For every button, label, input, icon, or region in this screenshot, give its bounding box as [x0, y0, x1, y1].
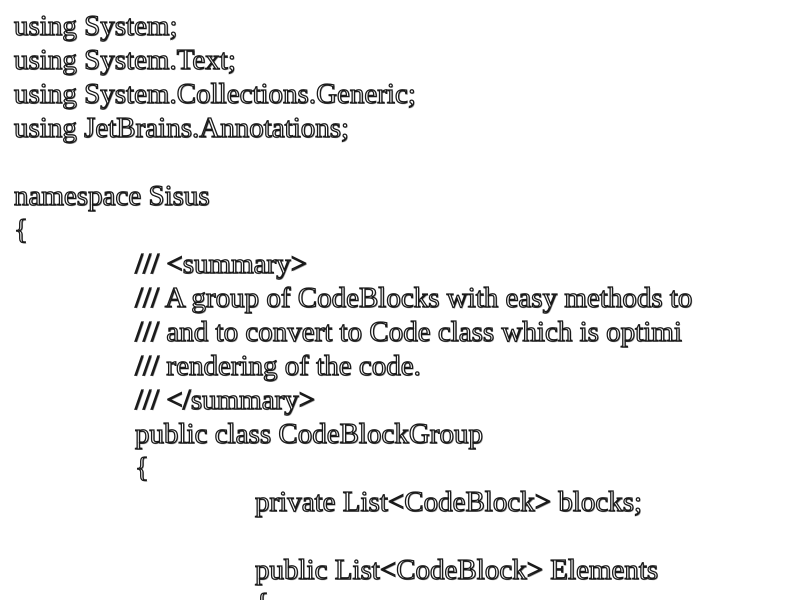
code-line-using-jetbrains: using JetBrains.Annotations; [13, 111, 350, 144]
code-line-summary-close: /// </summary> [134, 383, 316, 416]
code-line-using-system-text: using System.Text; [13, 43, 236, 76]
code-line-namespace: namespace Sisus [13, 179, 210, 212]
code-line-summary-text-3: /// rendering of the code. [134, 349, 421, 382]
code-line-property-open-brace: { [254, 587, 269, 600]
code-line-class-open-brace: { [134, 451, 149, 484]
code-line-summary-text-1: /// A group of CodeBlocks with easy meth… [134, 281, 693, 314]
code-line-using-system-collections: using System.Collections.Generic; [13, 77, 416, 110]
code-view: using System; using System.Text; using S… [0, 0, 800, 600]
code-line-summary-open: /// <summary> [134, 247, 308, 280]
code-line-blocks-field: private List<CodeBlock> blocks; [254, 485, 643, 518]
code-line-namespace-open-brace: { [13, 213, 28, 246]
code-line-using-system: using System; [13, 9, 178, 42]
code-line-class-declaration: public class CodeBlockGroup [134, 417, 483, 450]
code-line-elements-property: public List<CodeBlock> Elements [254, 553, 659, 586]
code-line-summary-text-2: /// and to convert to Code class which i… [134, 315, 682, 348]
